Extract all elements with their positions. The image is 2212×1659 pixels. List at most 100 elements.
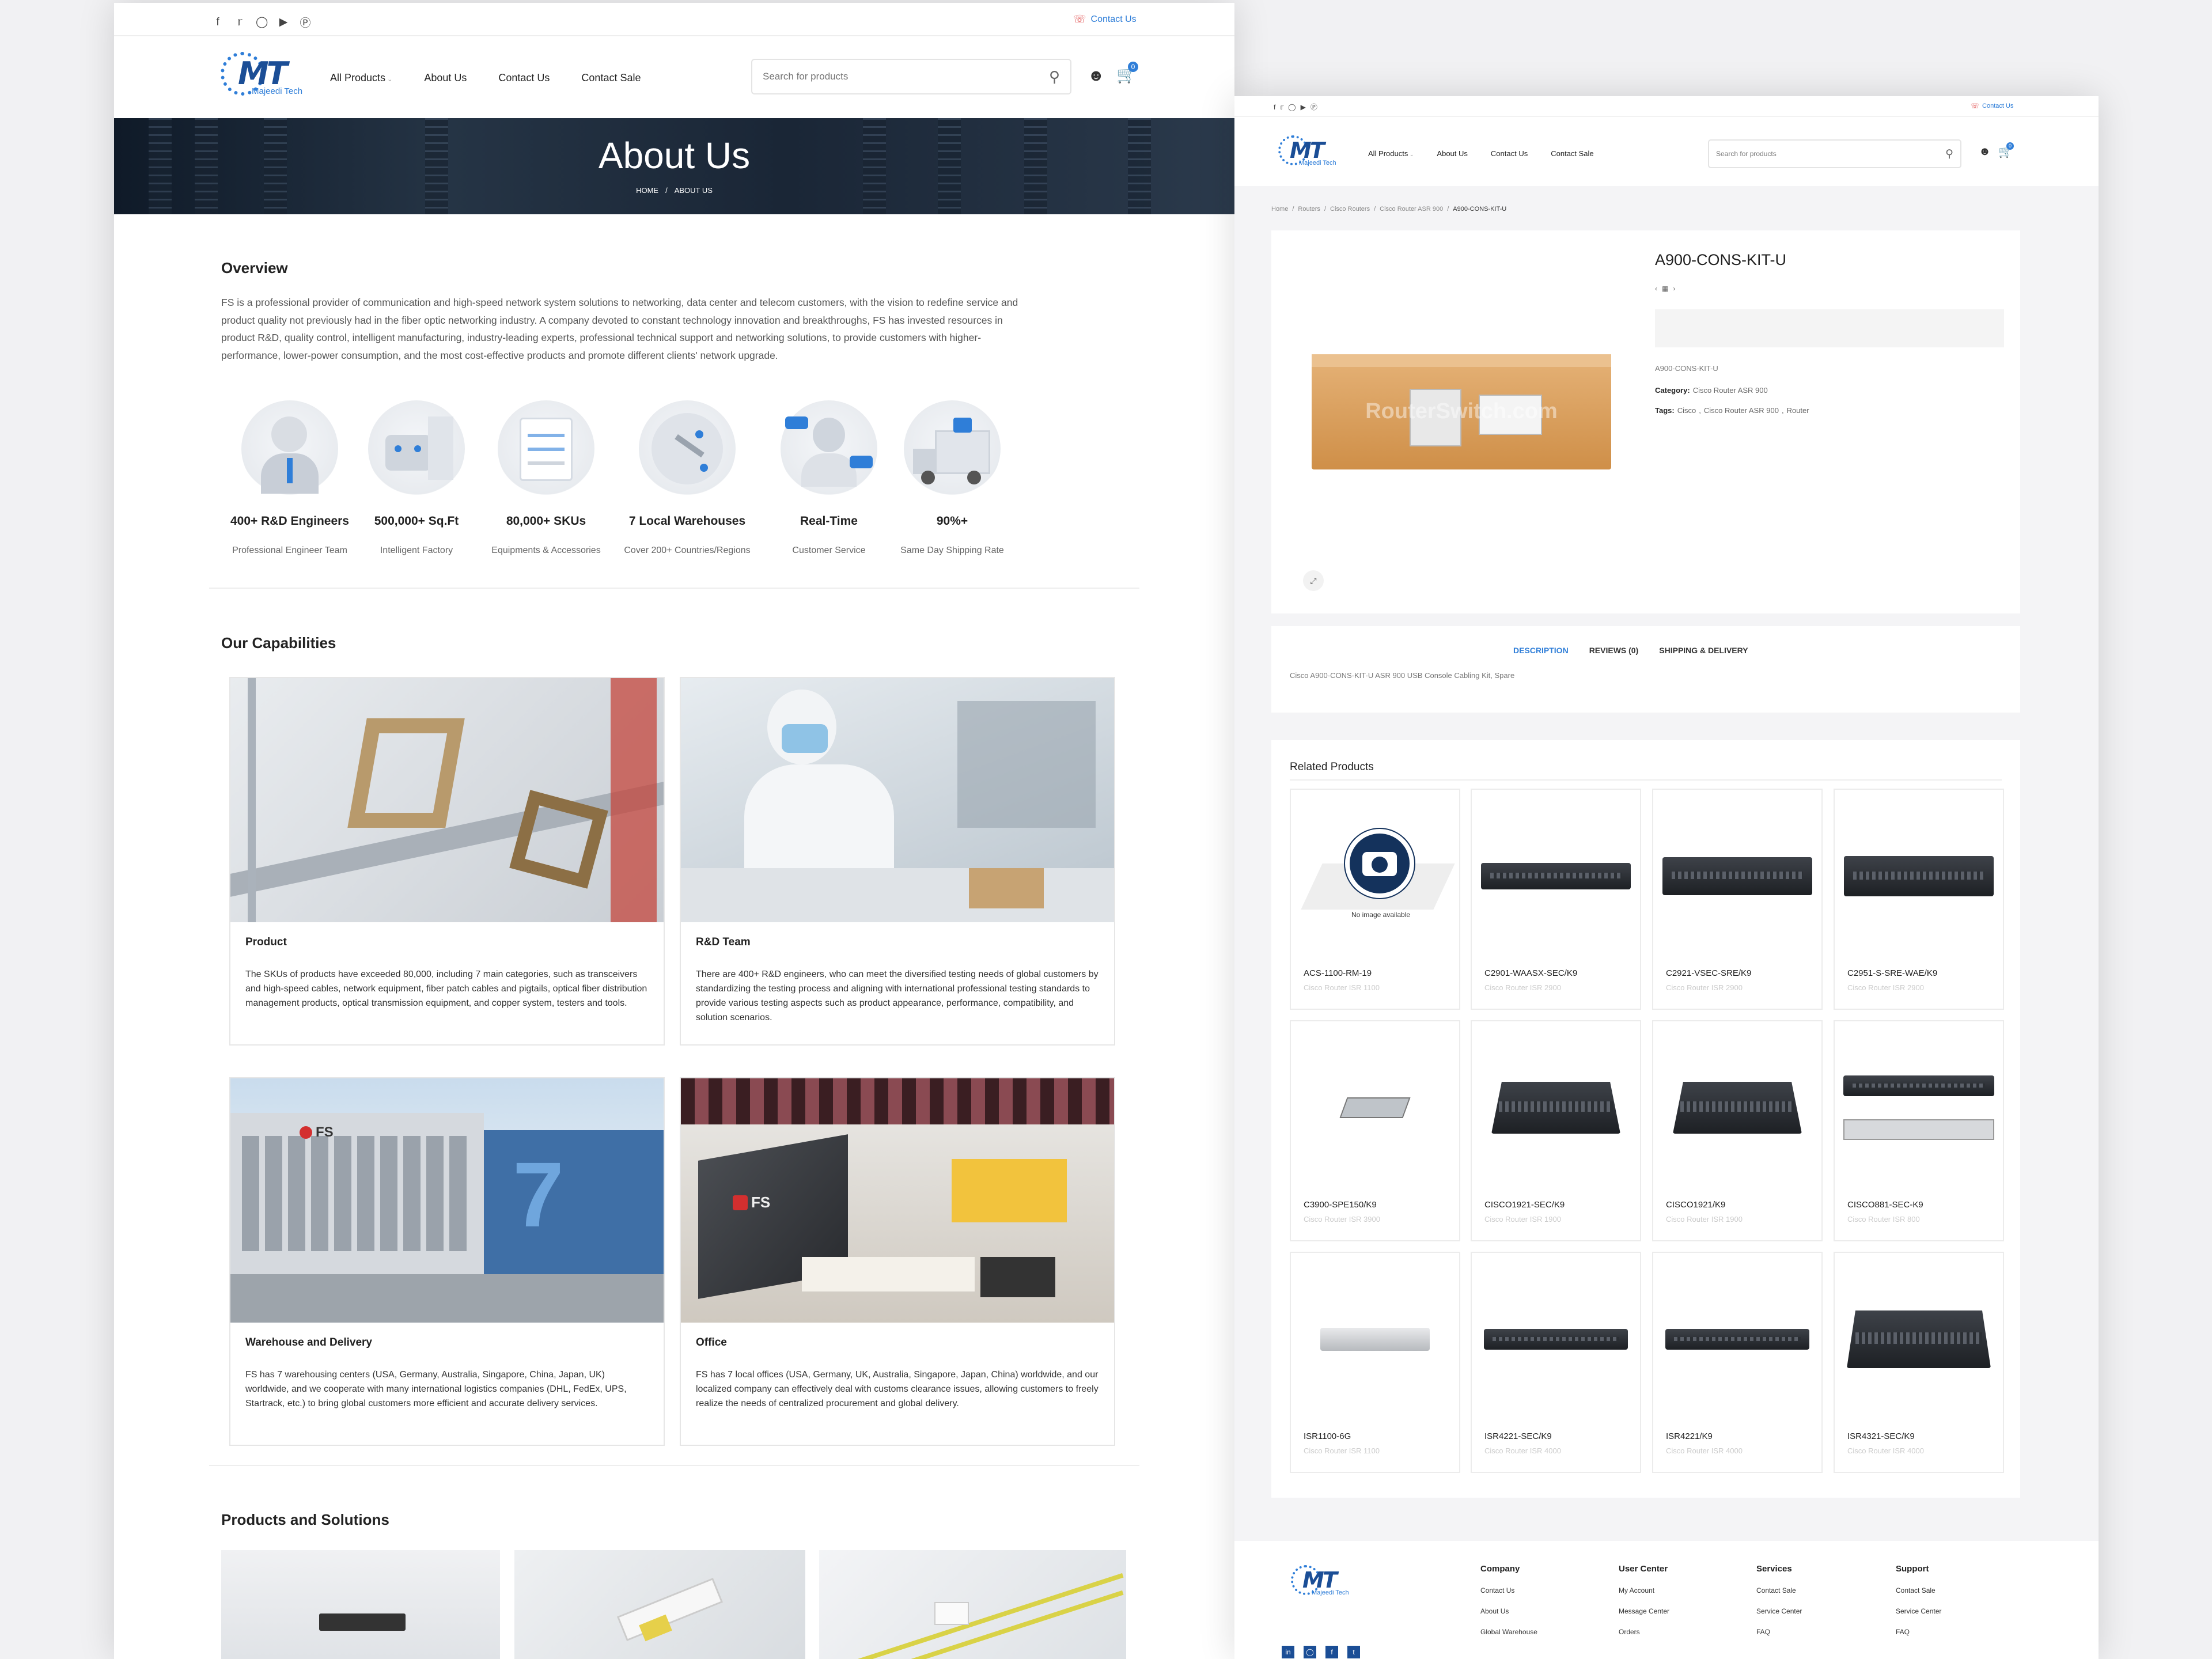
youtube-icon[interactable]: ▶ xyxy=(278,16,289,29)
nav-contact-sale[interactable]: Contact Sale xyxy=(581,72,641,84)
footer-logo[interactable]: MT Majeedi Tech xyxy=(1291,1565,1360,1600)
footer-link[interactable]: Contact Us xyxy=(1480,1586,1537,1594)
footer-link[interactable]: Service Center xyxy=(1756,1607,1802,1615)
facebook-icon[interactable]: f xyxy=(212,16,224,29)
cart-icon[interactable]: 🛒 0 xyxy=(1116,62,1138,84)
tab-shipping[interactable]: SHIPPING & DELIVERY xyxy=(1659,646,1748,655)
nav-contact-sale[interactable]: Contact Sale xyxy=(1551,149,1593,158)
twitter-icon[interactable]: 𝕣 xyxy=(234,16,245,29)
instagram-icon[interactable]: ◯ xyxy=(256,16,268,29)
product-name[interactable]: C2901-WAASX-SEC/K9 xyxy=(1484,968,1577,978)
tag-link[interactable]: Cisco Router ASR 900 xyxy=(1704,406,1779,415)
logo[interactable]: MT Majeedi Tech xyxy=(221,52,313,98)
topbar-contact[interactable]: ☏ Contact Us xyxy=(1971,102,2013,110)
nav-all-products[interactable]: All Products ⌄ xyxy=(1368,149,1414,158)
breadcrumb-home[interactable]: HOME xyxy=(636,186,658,195)
product-category[interactable]: Cisco Router ISR 4000 xyxy=(1484,1446,1561,1455)
topbar-contact[interactable]: ☏ Contact Us xyxy=(1073,13,1137,25)
linkedin-icon[interactable]: in xyxy=(1282,1646,1294,1658)
product-card[interactable]: CISCO1921/K9 Cisco Router ISR 1900 xyxy=(1652,1020,1823,1241)
capability-card[interactable]: 7 FS Warehouse and Delivery FS has 7 war… xyxy=(229,1077,665,1446)
product-category[interactable]: Cisco Router ISR 1100 xyxy=(1304,983,1380,992)
product-category[interactable]: Cisco Router ISR 2900 xyxy=(1847,983,1924,992)
search-icon[interactable]: ⚲ xyxy=(1049,68,1060,86)
search-input[interactable] xyxy=(763,71,1001,82)
product-card[interactable]: C3900-SPE150/K9 Cisco Router ISR 3900 xyxy=(1290,1020,1460,1241)
instagram-icon[interactable]: ◯ xyxy=(1288,103,1296,111)
nav-about-us[interactable]: About Us xyxy=(424,72,467,84)
footer-link[interactable]: My Account xyxy=(1619,1586,1669,1594)
product-card[interactable]: ISR1100-6G Cisco Router ISR 1100 xyxy=(1290,1252,1460,1473)
transceiver-product-image[interactable] xyxy=(514,1550,805,1659)
youtube-icon[interactable]: ▶ xyxy=(1301,103,1306,111)
breadcrumb-link[interactable]: Routers xyxy=(1298,206,1320,213)
logo[interactable]: MT Majeedi Tech xyxy=(1278,135,1347,170)
product-name[interactable]: CISCO881-SEC-K9 xyxy=(1847,1200,1923,1210)
footer-link[interactable]: FAQ xyxy=(1896,1628,1941,1636)
nav-contact-us[interactable]: Contact Us xyxy=(1491,149,1528,158)
pinterest-icon[interactable]: Ⓟ xyxy=(300,14,311,30)
product-card[interactable]: CISCO1921-SEC/K9 Cisco Router ISR 1900 xyxy=(1471,1020,1641,1241)
search-bar[interactable]: ⚲ xyxy=(1708,139,1961,168)
search-input[interactable] xyxy=(1716,150,1906,158)
tag-link[interactable]: Cisco xyxy=(1677,406,1696,415)
product-name[interactable]: ISR4221-SEC/K9 xyxy=(1484,1431,1552,1441)
product-category[interactable]: Cisco Router ISR 4000 xyxy=(1666,1446,1743,1455)
product-category[interactable]: Cisco Router ISR 3900 xyxy=(1304,1215,1380,1224)
switch-product-image[interactable] xyxy=(221,1550,500,1659)
twitter-icon[interactable]: 𝕣 xyxy=(1280,103,1283,111)
product-category[interactable]: Cisco Router ISR 800 xyxy=(1847,1215,1920,1224)
product-card[interactable]: C2951-S-SRE-WAE/K9 Cisco Router ISR 2900 xyxy=(1834,789,2004,1010)
product-card[interactable]: No image available ACS-1100-RM-19 Cisco … xyxy=(1290,789,1460,1010)
product-card[interactable]: C2921-VSEC-SRE/K9 Cisco Router ISR 2900 xyxy=(1652,789,1823,1010)
contact-link[interactable]: Contact Us xyxy=(1091,14,1137,25)
breadcrumb-link[interactable]: Home xyxy=(1271,206,1288,213)
prev-product-icon[interactable]: ‹ xyxy=(1655,285,1657,293)
tab-reviews[interactable]: REVIEWS (0) xyxy=(1589,646,1639,655)
product-card[interactable]: ISR4321-SEC/K9 Cisco Router ISR 4000 xyxy=(1834,1252,2004,1473)
category-link[interactable]: Cisco Router ASR 900 xyxy=(1693,386,1768,395)
footer-link[interactable]: Service Center xyxy=(1896,1607,1941,1615)
product-name[interactable]: ISR1100-6G xyxy=(1304,1431,1351,1441)
product-category[interactable]: Cisco Router ISR 1900 xyxy=(1484,1215,1561,1224)
contact-link[interactable]: Contact Us xyxy=(1982,103,2013,109)
facebook-icon[interactable]: f xyxy=(1274,103,1275,111)
product-name[interactable]: CISCO1921-SEC/K9 xyxy=(1484,1200,1565,1210)
product-name[interactable]: C2921-VSEC-SRE/K9 xyxy=(1666,968,1751,978)
product-name[interactable]: C2951-S-SRE-WAE/K9 xyxy=(1847,968,1937,978)
account-icon[interactable]: ☻ xyxy=(1979,145,1991,158)
footer-link[interactable]: About Us xyxy=(1480,1607,1537,1615)
capability-card[interactable]: Product The SKUs of products have exceed… xyxy=(229,677,665,1046)
product-category[interactable]: Cisco Router ISR 4000 xyxy=(1847,1446,1924,1455)
pinterest-icon[interactable]: Ⓟ xyxy=(1310,102,1317,112)
footer-link[interactable]: Orders xyxy=(1619,1628,1669,1636)
capability-card[interactable]: FS Office FS has 7 local offices (USA, G… xyxy=(680,1077,1115,1446)
facebook-icon[interactable]: f xyxy=(1325,1646,1338,1658)
nav-about-us[interactable]: About Us xyxy=(1437,149,1467,158)
product-category[interactable]: Cisco Router ISR 2900 xyxy=(1484,983,1561,992)
product-name[interactable]: CISCO1921/K9 xyxy=(1666,1200,1725,1210)
footer-link[interactable]: Global Warehouse xyxy=(1480,1628,1537,1636)
tag-link[interactable]: Router xyxy=(1787,406,1809,415)
zoom-expand-icon[interactable]: ⤢ xyxy=(1303,570,1324,591)
product-name[interactable]: ISR4221/K9 xyxy=(1666,1431,1713,1441)
twitter-icon[interactable]: t xyxy=(1347,1646,1360,1658)
footer-link[interactable]: FAQ xyxy=(1756,1628,1802,1636)
footer-link[interactable]: Contact Sale xyxy=(1756,1586,1802,1594)
capability-card[interactable]: R&D Team There are 400+ R&D engineers, w… xyxy=(680,677,1115,1046)
next-product-icon[interactable]: › xyxy=(1673,285,1675,293)
product-category[interactable]: Cisco Router ISR 1900 xyxy=(1666,1215,1743,1224)
product-card[interactable]: C2901-WAASX-SEC/K9 Cisco Router ISR 2900 xyxy=(1471,789,1641,1010)
tab-description[interactable]: DESCRIPTION xyxy=(1513,646,1569,655)
fiber-cable-product-image[interactable] xyxy=(819,1550,1126,1659)
product-image[interactable]: RouterSwitch.com xyxy=(1312,354,1611,469)
nav-all-products[interactable]: All Products ⌄ xyxy=(330,72,392,84)
nav-contact-us[interactable]: Contact Us xyxy=(498,72,550,84)
instagram-icon[interactable]: ◯ xyxy=(1304,1646,1316,1658)
breadcrumb-link[interactable]: Cisco Routers xyxy=(1330,206,1370,213)
product-name[interactable]: ISR4321-SEC/K9 xyxy=(1847,1431,1915,1441)
product-name[interactable]: C3900-SPE150/K9 xyxy=(1304,1200,1377,1210)
product-name[interactable]: ACS-1100-RM-19 xyxy=(1304,968,1372,978)
product-category[interactable]: Cisco Router ISR 2900 xyxy=(1666,983,1743,992)
product-category[interactable]: Cisco Router ISR 1100 xyxy=(1304,1446,1380,1455)
